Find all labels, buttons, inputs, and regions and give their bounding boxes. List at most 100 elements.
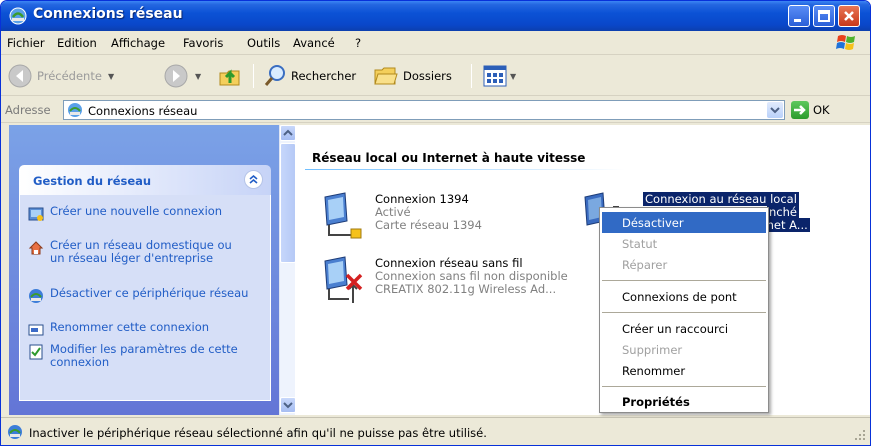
- status-bar: Inactiver le périphérique réseau sélecti…: [1, 417, 870, 445]
- rename-icon: [28, 324, 44, 336]
- minimize-icon: [794, 19, 801, 22]
- connection-device: CREATIX 802.11g Wireless Ad...: [375, 282, 557, 296]
- toolbar-separator: [253, 64, 254, 88]
- maximize-button[interactable]: [813, 5, 835, 27]
- task-create-connection[interactable]: Créer une nouvelle connexion: [28, 205, 250, 222]
- network-tasks-list: Créer une nouvelle connexion Créer un ré…: [19, 195, 271, 401]
- task-home-network[interactable]: Créer un réseau domestique ou un réseau …: [28, 239, 250, 265]
- context-menu: Désactiver Statut Réparer Connexions de …: [599, 207, 769, 413]
- vertical-scrollbar[interactable]: [279, 125, 296, 415]
- menu-fichier[interactable]: Fichier: [7, 36, 45, 50]
- connection-details: Connexion 1394 Activé Carte réseau 1394: [375, 193, 482, 232]
- menu-help[interactable]: ?: [355, 36, 361, 50]
- settings-icon: [29, 344, 43, 360]
- task-label: Créer une nouvelle connexion: [50, 204, 223, 218]
- task-rename-connection[interactable]: Renommer cette connexion: [28, 321, 250, 338]
- collapse-button[interactable]: [244, 170, 263, 189]
- group-divider: [305, 169, 625, 170]
- menu-item-label: Connexions de pont: [622, 290, 737, 304]
- menu-separator: [602, 386, 766, 387]
- status-text: Inactiver le périphérique réseau sélecti…: [29, 426, 487, 440]
- address-value: Connexions réseau: [88, 104, 198, 118]
- back-dropdown-icon[interactable]: ▼: [108, 72, 114, 81]
- folders-icon: [374, 67, 398, 85]
- menu-item-label: Créer un raccourci: [622, 322, 729, 336]
- menu-item-rename[interactable]: Renommer: [602, 360, 766, 381]
- chevron-up-icon: [283, 129, 293, 136]
- task-label: Créer un réseau domestique ou un réseau …: [50, 238, 232, 265]
- scroll-down-button[interactable]: [280, 397, 296, 413]
- menu-item-label: Renommer: [622, 364, 686, 378]
- connection-name: Connexion au réseau local: [643, 192, 799, 206]
- connections-view: Réseau local ou Internet à haute vitesse…: [279, 125, 870, 415]
- views-button[interactable]: ▼: [483, 62, 516, 90]
- task-label: Renommer cette connexion: [50, 320, 210, 334]
- scroll-up-button[interactable]: [280, 125, 296, 141]
- menu-separator: [602, 280, 766, 281]
- back-arrow-icon: [8, 64, 32, 88]
- menu-item-label: Désactiver: [622, 216, 684, 230]
- menu-item-create-shortcut[interactable]: Créer un raccourci: [602, 318, 766, 339]
- new-connection-icon: [28, 207, 44, 221]
- menu-outils[interactable]: Outils: [247, 36, 280, 50]
- task-disable-device[interactable]: Désactiver ce périphérique réseau: [28, 287, 250, 304]
- toolbar-separator: [471, 64, 472, 88]
- up-folder-button[interactable]: [217, 62, 243, 90]
- maximize-icon: [818, 10, 830, 22]
- menu-favoris[interactable]: Favoris: [183, 36, 223, 50]
- search-button[interactable]: Rechercher: [263, 62, 356, 90]
- folders-button[interactable]: Dossiers: [373, 62, 452, 90]
- menu-item-status[interactable]: Statut: [602, 233, 766, 254]
- wireless-network-icon: [324, 256, 363, 303]
- go-arrow-icon: [794, 105, 806, 115]
- connection-details: Connexion réseau sans fil Connexion sans…: [375, 257, 568, 296]
- menu-edition[interactable]: Edition: [57, 36, 97, 50]
- address-label: Adresse: [5, 103, 51, 117]
- task-modify-settings[interactable]: Modifier les paramètres de cette connexi…: [28, 343, 250, 369]
- title-bar[interactable]: Connexions réseau: [1, 1, 870, 31]
- network-connections-icon: [9, 7, 27, 25]
- network-tasks-title: Gestion du réseau: [33, 174, 152, 188]
- network-tasks-header[interactable]: Gestion du réseau: [19, 165, 271, 195]
- window-title: Connexions réseau: [33, 6, 183, 22]
- minimize-button[interactable]: [788, 5, 810, 27]
- menu-item-bridge[interactable]: Connexions de pont: [602, 286, 766, 307]
- task-label: Désactiver ce périphérique réseau: [50, 286, 249, 300]
- close-button[interactable]: [838, 5, 860, 27]
- menu-item-properties[interactable]: Propriétés: [602, 391, 766, 412]
- menu-item-label: Réparer: [622, 258, 668, 272]
- menu-avance[interactable]: Avancé: [293, 36, 335, 50]
- menu-item-label: Supprimer: [622, 343, 683, 357]
- menu-affichage[interactable]: Affichage: [111, 36, 165, 50]
- chevron-down-icon: [770, 107, 780, 114]
- close-icon: [844, 11, 854, 21]
- home-network-icon: [28, 241, 44, 255]
- address-dropdown-button[interactable]: [767, 102, 783, 118]
- search-label: Rechercher: [291, 69, 357, 83]
- search-icon: [264, 65, 285, 86]
- views-icon: [483, 65, 507, 87]
- go-label[interactable]: OK: [813, 103, 830, 117]
- scroll-thumb[interactable]: [280, 143, 296, 263]
- forward-button[interactable]: ▼: [163, 62, 201, 90]
- forward-dropdown-icon[interactable]: ▼: [195, 72, 201, 81]
- go-button[interactable]: [791, 101, 809, 119]
- connection-wireless[interactable]: Connexion réseau sans fil Connexion sans…: [319, 255, 619, 309]
- double-chevron-up-icon: [249, 174, 258, 184]
- menu-item-disable[interactable]: Désactiver: [602, 212, 766, 233]
- connection-1394[interactable]: Connexion 1394 Activé Carte réseau 1394: [319, 191, 579, 245]
- views-dropdown-icon[interactable]: ▼: [510, 72, 516, 81]
- menu-item-repair[interactable]: Réparer: [602, 254, 766, 275]
- address-bar: Adresse Connexions réseau OK: [1, 97, 870, 123]
- up-folder-icon: [219, 69, 240, 86]
- network-connections-window: Connexions réseau Fichier Edition Affich…: [0, 0, 871, 446]
- network-connections-icon: [68, 103, 82, 117]
- toolbar: Précédente ▼ ▼ Rechercher Dossiers ▼: [1, 56, 870, 96]
- resize-grip-icon[interactable]: [854, 429, 866, 441]
- back-label: Précédente: [37, 69, 102, 83]
- folders-label: Dossiers: [403, 69, 452, 83]
- address-input[interactable]: Connexions réseau: [63, 100, 785, 120]
- menu-item-label: Propriétés: [622, 395, 690, 409]
- back-button[interactable]: Précédente ▼: [7, 62, 114, 90]
- menu-item-delete[interactable]: Supprimer: [602, 339, 766, 360]
